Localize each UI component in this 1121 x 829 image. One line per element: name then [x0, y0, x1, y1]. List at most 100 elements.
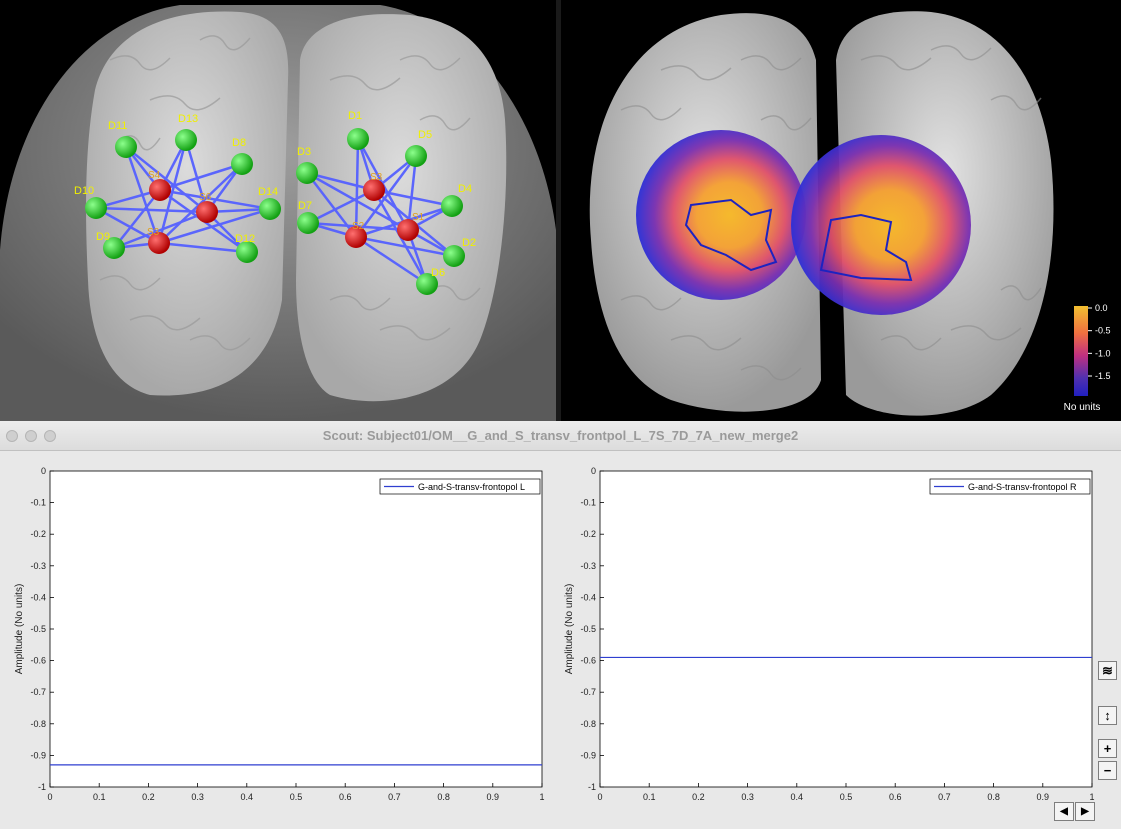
- detector-label: D4: [458, 183, 472, 195]
- source-label: S3: [370, 172, 383, 183]
- y-axis-label: Amplitude (No units): [14, 584, 25, 675]
- colorbar-tick-label: 0.0: [1095, 303, 1108, 313]
- y-tick-label: -0.2: [30, 529, 46, 539]
- detector-label: D12: [235, 233, 255, 245]
- scroll-right-button[interactable]: ▶: [1075, 802, 1095, 821]
- detector-D13[interactable]: [175, 129, 197, 151]
- detector-label: D8: [232, 137, 246, 149]
- detector-D1[interactable]: [347, 128, 369, 150]
- detector-label: D7: [298, 200, 312, 212]
- x-tick-label: 0.8: [987, 792, 1000, 802]
- y-tick-label: -0.8: [30, 719, 46, 729]
- x-tick-label: 0: [47, 792, 52, 802]
- detector-D7[interactable]: [297, 212, 319, 234]
- detector-label: D1: [348, 110, 362, 122]
- activation-3d-view[interactable]: No units 0.0 -0.5 -1.0 -1.5: [561, 0, 1121, 421]
- scout-plots-canvas[interactable]: 0 0.1 0.2 0.3 0.4 0.5 0.6 0.7 0.8 0.9 1 0 -0.1 -0.2 -0…: [0, 451, 1121, 824]
- x-tick-label: 0.2: [142, 792, 155, 802]
- detector-label: D13: [178, 113, 198, 125]
- zoom-in-icon: +: [1103, 741, 1112, 756]
- activation-blob-left: [636, 130, 806, 300]
- detector-D8[interactable]: [231, 153, 253, 175]
- detector-label: D14: [258, 186, 278, 198]
- x-tick-label: 0.7: [388, 792, 401, 802]
- scroll-left-button[interactable]: ◀: [1054, 802, 1074, 821]
- y-tick-label: -0.3: [30, 561, 46, 571]
- activation-3d-canvas[interactable]: No units 0.0 -0.5 -1.0 -1.5: [561, 0, 1121, 421]
- x-tick-label: 1: [1089, 792, 1094, 802]
- y-tick-label: -1: [588, 782, 596, 792]
- x-tick-label: 0.6: [889, 792, 902, 802]
- zoom-out-button[interactable]: −: [1098, 761, 1117, 780]
- activation-blob-right: [791, 135, 971, 315]
- detector-label: D6: [431, 267, 445, 279]
- zoom-in-button[interactable]: +: [1098, 739, 1117, 758]
- amplitude-scale-icon: ≋: [1102, 663, 1113, 678]
- colorbar-tick-label: -1.0: [1095, 348, 1111, 358]
- detector-D10[interactable]: [85, 197, 107, 219]
- y-tick-label: 0: [591, 466, 596, 476]
- source-label: S2: [352, 221, 365, 232]
- x-tick-label: 0.6: [339, 792, 352, 802]
- scroll-right-icon: ▶: [1081, 806, 1089, 817]
- optode-3d-canvas[interactable]: D11 D13 D8 D10 D14 D9 D12 D1 D5 D3 D4 D7 D2 D6 S4 S6 S3 S…: [0, 0, 556, 421]
- detector-D3[interactable]: [296, 162, 318, 184]
- source-label: S6: [199, 192, 212, 203]
- y-tick-label: -0.4: [580, 592, 596, 602]
- x-tick-label: 0.2: [692, 792, 705, 802]
- y-tick-label: -0.6: [30, 656, 46, 666]
- source-S4[interactable]: [149, 179, 171, 201]
- detector-D4[interactable]: [441, 195, 463, 217]
- plot-axes-left[interactable]: [49, 470, 543, 788]
- axis-adjust-button[interactable]: ↕: [1098, 706, 1117, 725]
- x-tick-label: 0.1: [643, 792, 656, 802]
- x-tick-label: 0.3: [191, 792, 204, 802]
- plot-axes-right[interactable]: [599, 470, 1093, 788]
- y-tick-label: -0.7: [30, 687, 46, 697]
- legend-label: G-and-S-transv-frontopol L: [418, 482, 525, 492]
- plot-right[interactable]: 0 0.1 0.2 0.3 0.4 0.5 0.6 0.7 0.8 0.9 1 0 -0.1 -0.2 -0…: [564, 466, 1095, 802]
- y-tick-label: -0.5: [30, 624, 46, 634]
- source-label: S1: [412, 212, 425, 223]
- y-tick-label: -1: [38, 782, 46, 792]
- zoom-out-icon: −: [1103, 763, 1112, 778]
- colorbar-tick-label: -0.5: [1095, 326, 1111, 336]
- source-S6[interactable]: [196, 201, 218, 223]
- scout-window-titlebar[interactable]: Scout: Subject01/OM__G_and_S_transv_fron…: [0, 421, 1121, 451]
- detector-D11[interactable]: [115, 136, 137, 158]
- y-tick-label: 0: [41, 466, 46, 476]
- y-axis-label: Amplitude (No units): [564, 584, 575, 675]
- y-tick-label: -0.9: [30, 750, 46, 760]
- x-tick-label: 0.1: [93, 792, 106, 802]
- detector-label: D11: [108, 120, 127, 132]
- colorbar: No units: [1064, 306, 1101, 413]
- optode-3d-view[interactable]: D11 D13 D8 D10 D14 D9 D12 D1 D5 D3 D4 D7 D2 D6 S4 S6 S3 S…: [0, 0, 556, 421]
- colorbar-tick-label: -1.5: [1095, 371, 1111, 381]
- y-tick-label: -0.5: [580, 624, 596, 634]
- y-tick-label: -0.3: [580, 561, 596, 571]
- y-tick-label: -0.2: [580, 529, 596, 539]
- y-tick-label: -0.7: [580, 687, 596, 697]
- scout-plots-area: 0 0.1 0.2 0.3 0.4 0.5 0.6 0.7 0.8 0.9 1 0 -0.1 -0.2 -0…: [0, 451, 1121, 824]
- amplitude-scale-button[interactable]: ≋: [1098, 661, 1117, 680]
- detector-label: D2: [462, 237, 476, 249]
- y-tick-label: -0.1: [30, 498, 46, 508]
- y-tick-label: -0.1: [580, 498, 596, 508]
- colorbar-unit-label: No units: [1064, 402, 1101, 413]
- window-title: Scout: Subject01/OM__G_and_S_transv_fron…: [322, 428, 799, 443]
- detector-label: D5: [418, 129, 432, 141]
- detector-D5[interactable]: [405, 145, 427, 167]
- y-tick-label: -0.4: [30, 592, 46, 602]
- x-tick-label: 0.3: [741, 792, 754, 802]
- x-tick-label: 0.7: [938, 792, 951, 802]
- x-tick-label: 0.5: [840, 792, 853, 802]
- colorbar-gradient: [1074, 306, 1088, 396]
- scroll-left-icon: ◀: [1060, 806, 1068, 817]
- source-label: S4: [148, 170, 161, 181]
- x-tick-label: 0.9: [487, 792, 500, 802]
- x-tick-label: 0.5: [290, 792, 303, 802]
- legend-label: G-and-S-transv-frontopol R: [968, 482, 1077, 492]
- x-tick-label: 0.8: [437, 792, 450, 802]
- detector-D14[interactable]: [259, 198, 281, 220]
- plot-left[interactable]: 0 0.1 0.2 0.3 0.4 0.5 0.6 0.7 0.8 0.9 1 0 -0.1 -0.2 -0…: [14, 466, 545, 802]
